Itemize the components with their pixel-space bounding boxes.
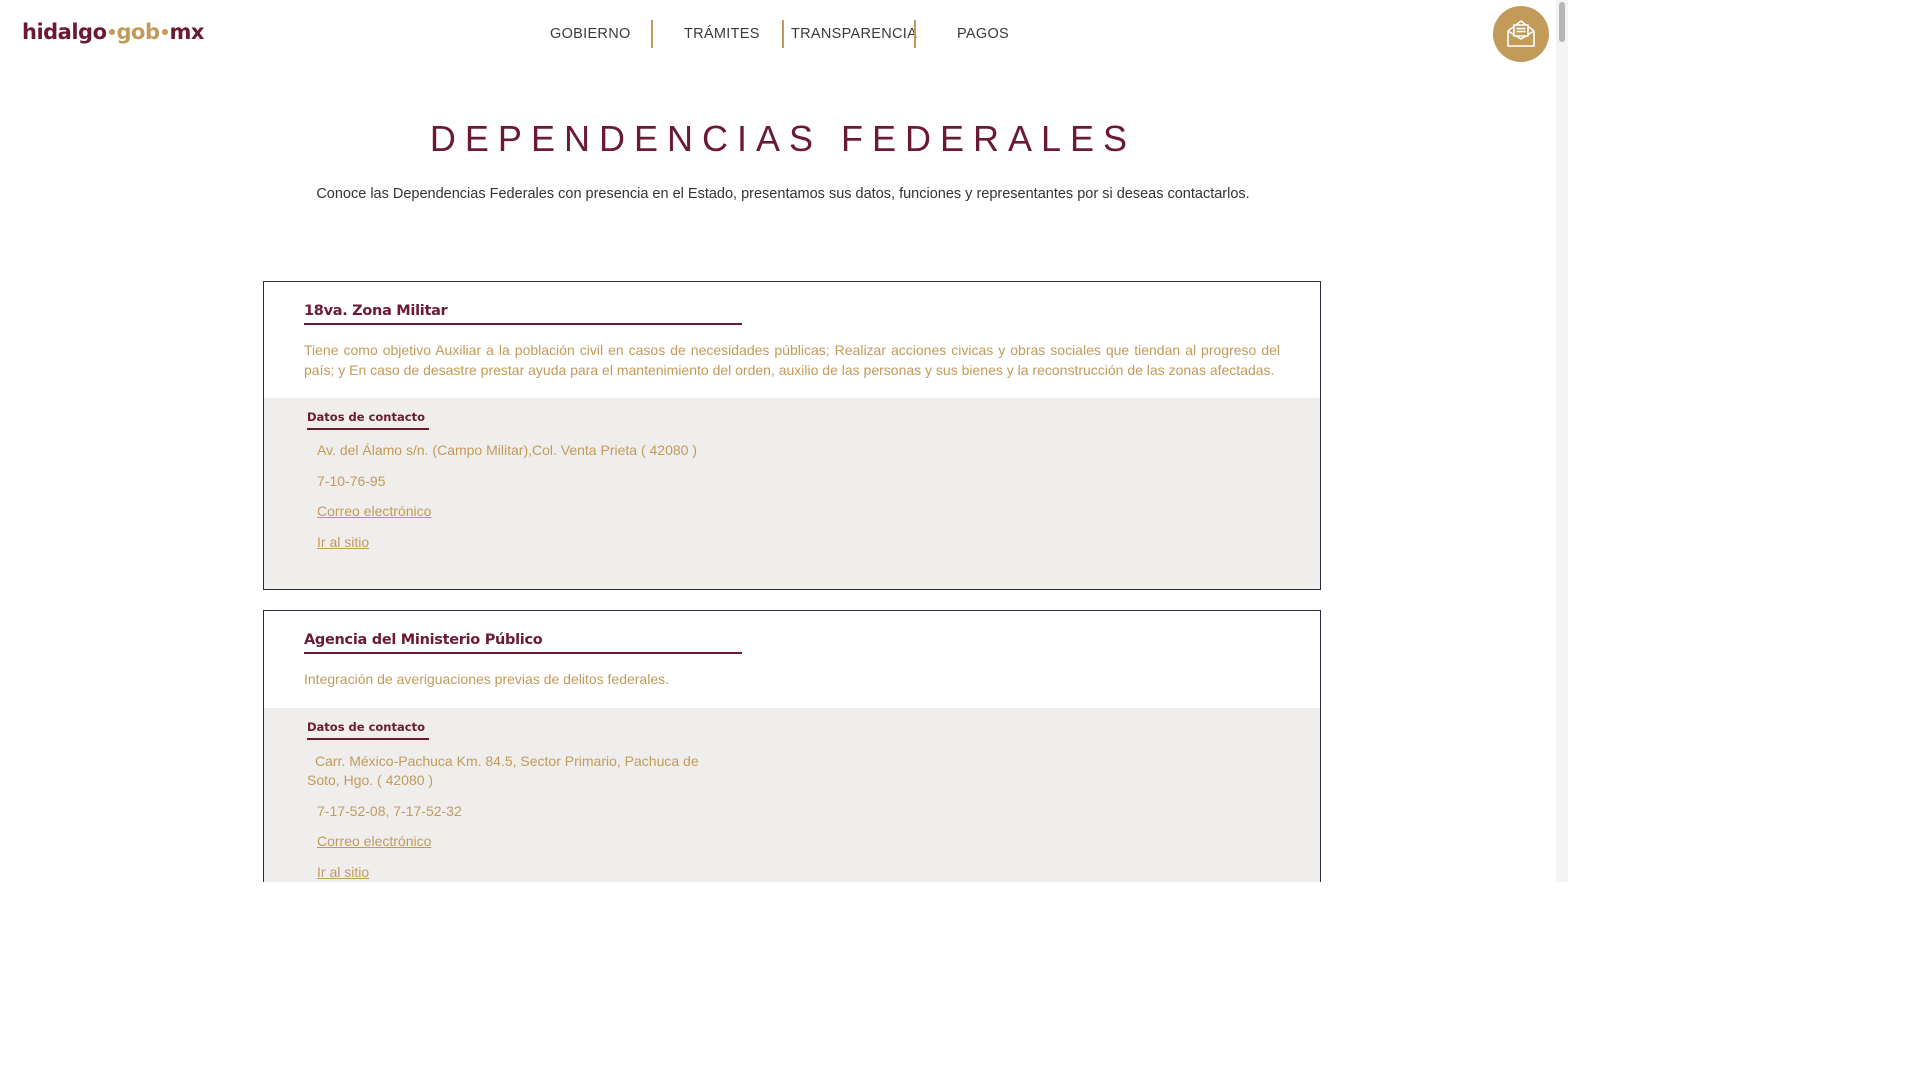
- scrollbar-thumb[interactable]: [1559, 2, 1565, 42]
- nav-item-pagos[interactable]: PAGOS: [957, 20, 1009, 48]
- nav-divider: [914, 20, 916, 48]
- nav-divider: [651, 20, 653, 48]
- dependency-description: Tiene como objetivo Auxiliar a la poblac…: [304, 342, 1280, 378]
- contact-address: Carr. México-Pachuca Km. 84.5, Sector Pr…: [307, 752, 699, 789]
- dependency-name: 18va. Zona Militar: [304, 303, 742, 325]
- dependency-card: 18va. Zona Militar Tiene como objetivo A…: [263, 281, 1321, 590]
- contact-site-link[interactable]: Ir al sitio: [317, 864, 369, 880]
- nav-item-gobierno[interactable]: GOBIERNO: [550, 20, 631, 48]
- page-title: DEPENDENCIAS FEDERALES: [429, 118, 1137, 159]
- envelope-icon: [1507, 20, 1535, 47]
- dependency-card: Agencia del Ministerio Público Integraci…: [263, 610, 1321, 882]
- contact-mail-button[interactable]: [1493, 6, 1549, 62]
- contact-section: Datos de contacto Av. del Álamo s/n. (Ca…: [264, 398, 1320, 589]
- page: hidalgo gob mx GOBIERNO TRÁMITES TRANSPARE…: [0, 0, 1556, 882]
- logo-part-mx: mx: [169, 20, 205, 44]
- contact-email-link[interactable]: Correo electrónico: [317, 833, 431, 849]
- contact-heading: Datos de contacto: [307, 410, 429, 430]
- dependency-card-header: Agencia del Ministerio Público Integraci…: [264, 611, 1320, 708]
- contact-heading: Datos de contacto: [307, 720, 429, 740]
- contact-phone: 7-10-76-95: [317, 472, 386, 489]
- page-scrollbar[interactable]: [1556, 0, 1568, 882]
- contact-section: Datos de contacto Carr. México-Pachuca K…: [264, 707, 1320, 882]
- logo-dot: [161, 29, 168, 35]
- dependency-description: Integración de averiguaciones previas de…: [304, 671, 670, 687]
- contact-email-link[interactable]: Correo electrónico: [317, 503, 431, 519]
- site-logo[interactable]: hidalgo gob mx: [22, 20, 204, 44]
- logo-part-gob: gob: [116, 20, 161, 44]
- nav-divider: [782, 20, 784, 48]
- dependency-card-header: 18va. Zona Militar Tiene como objetivo A…: [264, 282, 1320, 398]
- page-intro: Conoce las Dependencias Federales con pr…: [316, 186, 1250, 202]
- nav-item-transparencia[interactable]: TRANSPARENCIA: [791, 20, 917, 48]
- main-nav: GOBIERNO TRÁMITES TRANSPARENCIA PAGOS: [520, 20, 1040, 48]
- nav-item-tramites[interactable]: TRÁMITES: [684, 20, 760, 48]
- site-header: hidalgo gob mx GOBIERNO TRÁMITES TRANSPARE…: [0, 0, 1556, 70]
- logo-dot: [108, 29, 115, 35]
- contact-address: Av. del Álamo s/n. (Campo Militar),Col. …: [317, 442, 697, 458]
- contact-phone: 7-17-52-08, 7-17-52-32: [317, 802, 462, 819]
- dependency-name: Agencia del Ministerio Público: [304, 632, 742, 654]
- contact-site-link[interactable]: Ir al sitio: [317, 534, 369, 550]
- logo-part-hidalgo: hidalgo: [22, 20, 107, 44]
